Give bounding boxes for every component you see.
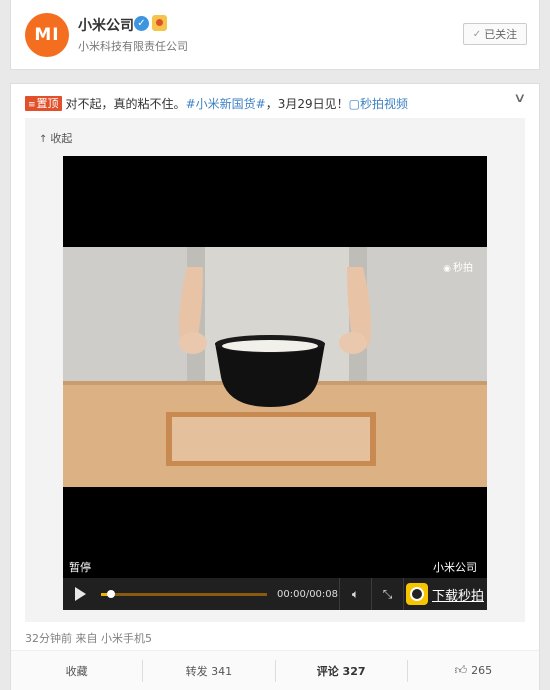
- avatar[interactable]: MI: [25, 13, 69, 57]
- post-meta: 32分钟前 来自 小米手机5: [25, 632, 152, 645]
- verified-badge-icon: ✓: [134, 16, 149, 31]
- following-label: 已关注: [484, 28, 518, 41]
- post-body-text: 对不起，真的粘不住。: [65, 97, 186, 111]
- fullscreen-icon: ⤡: [382, 586, 393, 601]
- following-button[interactable]: ✓ 已关注: [463, 23, 527, 45]
- like-button[interactable]: 👍︎ 265: [406, 659, 539, 682]
- user-description: 小米科技有限责任公司: [78, 40, 188, 53]
- favorite-button[interactable]: 收藏: [11, 660, 142, 682]
- video-scene-image: [63, 247, 487, 487]
- hashtag-link[interactable]: #小米新国货#: [186, 97, 266, 111]
- video-link-label: 秒拍视频: [359, 97, 408, 111]
- volume-icon: 🔈︎: [351, 586, 360, 601]
- volume-button[interactable]: 🔈︎: [339, 578, 371, 610]
- arrow-up-icon: ↑: [39, 134, 48, 145]
- download-label: 下载秒拍: [432, 588, 485, 604]
- collapse-label: 收起: [50, 132, 73, 145]
- media-box: ↑ 收起 ◉ 秒拍 暂停 小米公司 00:00/00:08 🔈︎ ⤡ 下载秒拍: [25, 118, 525, 622]
- download-miaopai-button[interactable]: 下载秒拍: [403, 578, 487, 610]
- progress-bar[interactable]: [101, 578, 267, 610]
- play-icon: [75, 587, 86, 601]
- video-watermark: 秒拍: [443, 259, 473, 274]
- pinned-badge: 置顶: [25, 96, 62, 111]
- user-name[interactable]: 小米公司: [78, 15, 134, 35]
- check-icon: ✓: [472, 28, 482, 40]
- video-link[interactable]: ▢秒拍视频: [349, 97, 408, 111]
- play-button[interactable]: [63, 578, 95, 610]
- pause-label: 暂停: [69, 561, 91, 574]
- progress-handle[interactable]: [107, 590, 115, 598]
- fullscreen-button[interactable]: ⤡: [371, 578, 403, 610]
- like-count: 265: [471, 664, 493, 677]
- progress-track: [101, 593, 267, 596]
- chevron-down-icon[interactable]: ∨: [514, 91, 527, 106]
- comment-button[interactable]: 评论 327: [274, 659, 407, 682]
- post-text: 置顶对不起，真的粘不住。#小米新国货#，3月29日见！▢秒拍视频: [25, 95, 408, 112]
- video-frame: 秒拍: [63, 247, 487, 487]
- miaopai-logo-icon: [406, 583, 428, 605]
- video-source-label: 小米公司: [433, 561, 477, 574]
- video-controls: 00:00/00:08 🔈︎ ⤡ 下载秒拍: [63, 578, 487, 610]
- vip-badge-icon: [152, 15, 167, 31]
- post-body-text-2: ，3月29日见！: [265, 97, 349, 111]
- post-card: 置顶对不起，真的粘不住。#小米新国货#，3月29日见！▢秒拍视频 ∨ ↑收起: [10, 83, 540, 690]
- action-bar: 收藏 转发 341 评论 327 👍︎ 265: [11, 650, 539, 690]
- comment-label: 评论 327: [316, 664, 366, 678]
- profile-header: MI 小米公司 ✓ 小米科技有限责任公司 ✓ 已关注: [10, 0, 540, 70]
- repost-label: 转发 341: [185, 664, 233, 678]
- time-display: 00:00/00:08: [277, 588, 339, 600]
- video-player[interactable]: 秒拍 暂停 小米公司 00:00/00:08 🔈︎ ⤡: [63, 156, 487, 610]
- thumbs-up-icon: 👍︎: [454, 663, 468, 677]
- collapse-button[interactable]: ↑ 收起: [39, 130, 72, 146]
- favorite-label: 收藏: [65, 664, 88, 678]
- repost-button[interactable]: 转发 341: [142, 659, 274, 682]
